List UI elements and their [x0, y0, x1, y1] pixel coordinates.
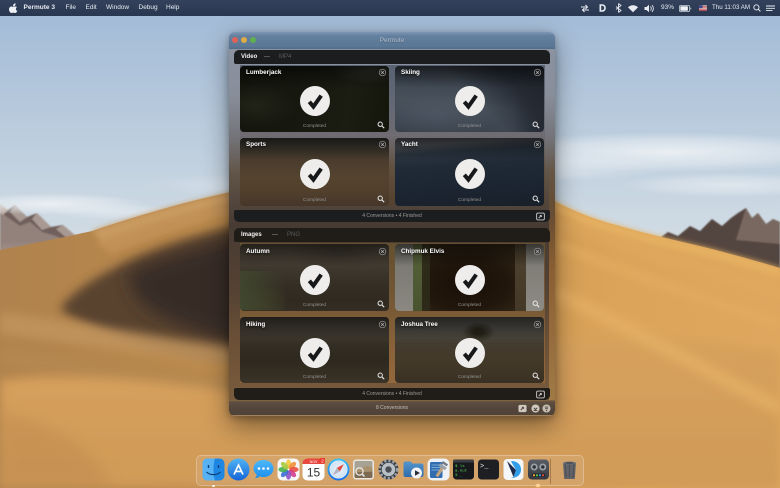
svg-text:15: 15	[306, 466, 320, 480]
svg-text:2: 2	[321, 458, 324, 464]
svg-text:$ _: $ _	[455, 473, 463, 478]
svg-text:$ ls: $ ls	[455, 464, 465, 469]
svg-text:>_: >_	[480, 463, 489, 471]
svg-text:NOV: NOV	[309, 460, 317, 464]
svg-text:a.out: a.out	[455, 470, 467, 474]
